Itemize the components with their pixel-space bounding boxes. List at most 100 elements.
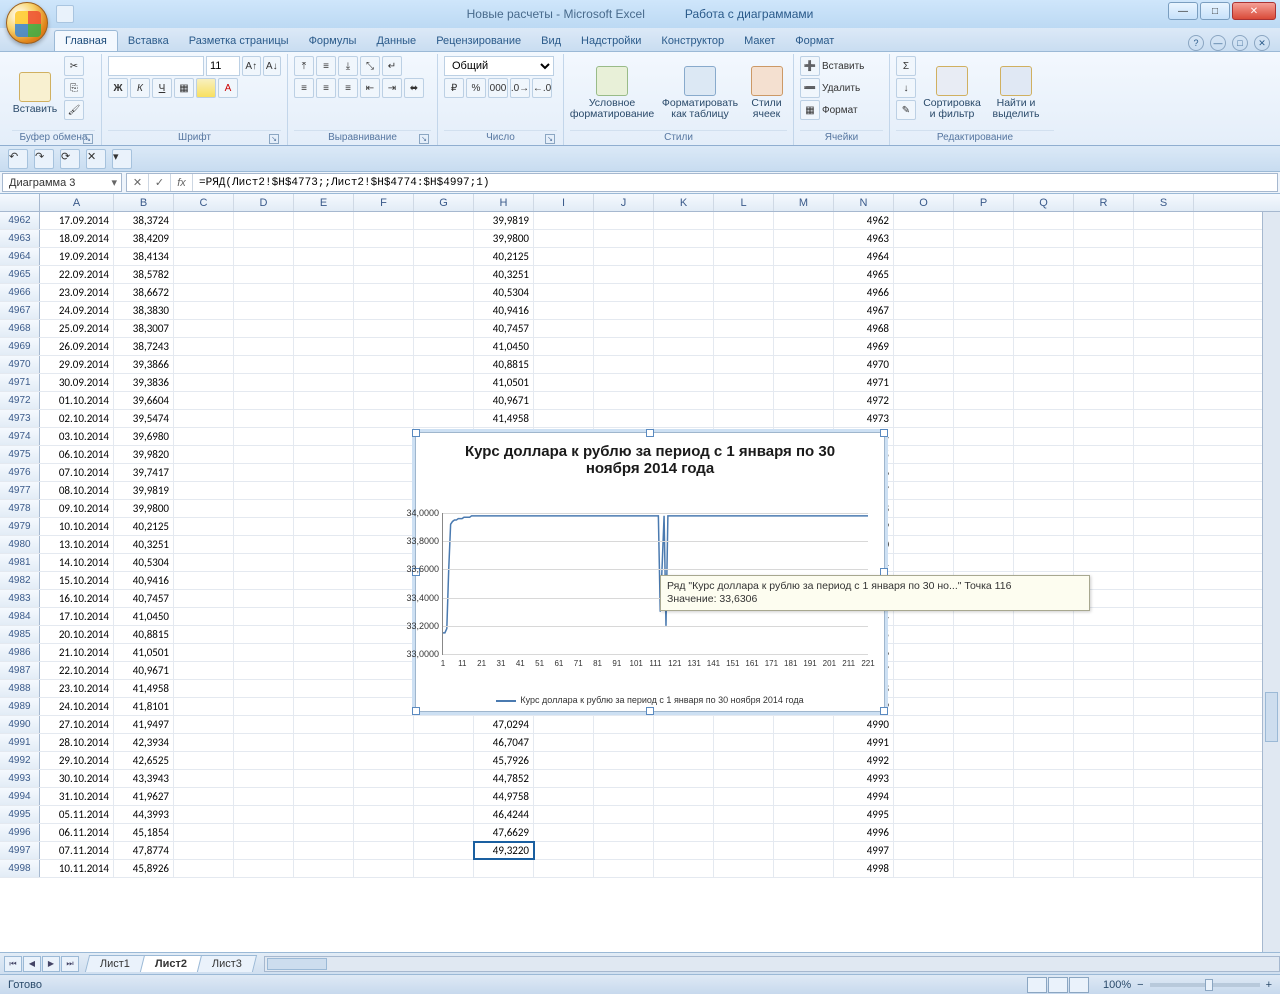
cell[interactable]	[714, 356, 774, 373]
cell[interactable]	[954, 392, 1014, 409]
find-select-button[interactable]: Найти и выделить	[988, 56, 1044, 130]
cell[interactable]	[1014, 482, 1074, 499]
cell[interactable]	[654, 266, 714, 283]
cell[interactable]	[594, 230, 654, 247]
cell[interactable]	[654, 842, 714, 859]
cell[interactable]	[234, 248, 294, 265]
cell[interactable]	[594, 824, 654, 841]
cell[interactable]	[894, 320, 954, 337]
cell[interactable]	[954, 212, 1014, 229]
cell[interactable]	[1074, 410, 1134, 427]
shrink-font-icon[interactable]: A↓	[263, 56, 282, 76]
cell[interactable]	[1134, 608, 1194, 625]
percent-icon[interactable]: %	[466, 78, 486, 98]
cell[interactable]: 06.11.2014	[40, 824, 114, 841]
cell[interactable]	[294, 464, 354, 481]
cell[interactable]	[174, 824, 234, 841]
cell[interactable]	[414, 860, 474, 877]
cell[interactable]	[1014, 374, 1074, 391]
cell[interactable]: 39,5474	[114, 410, 174, 427]
cell[interactable]	[954, 320, 1014, 337]
cell[interactable]	[1014, 212, 1074, 229]
cell[interactable]	[354, 464, 414, 481]
cell[interactable]	[294, 842, 354, 859]
cell[interactable]	[1014, 626, 1074, 643]
cell[interactable]: 41,4958	[114, 680, 174, 697]
cell[interactable]	[174, 446, 234, 463]
sheet-nav-next-icon[interactable]: ▶	[42, 956, 60, 972]
cell[interactable]: 38,4209	[114, 230, 174, 247]
cell[interactable]: 09.10.2014	[40, 500, 114, 517]
cell[interactable]	[534, 752, 594, 769]
cell[interactable]	[414, 734, 474, 751]
row-header[interactable]: 4997	[0, 842, 40, 859]
cell[interactable]	[894, 806, 954, 823]
cell[interactable]	[1014, 842, 1074, 859]
cell[interactable]	[1074, 338, 1134, 355]
cell[interactable]	[294, 500, 354, 517]
cell[interactable]	[654, 716, 714, 733]
cell[interactable]	[954, 554, 1014, 571]
sheet-nav-first-icon[interactable]: ⏮	[4, 956, 22, 972]
cell[interactable]	[954, 410, 1014, 427]
cell[interactable]: 28.10.2014	[40, 734, 114, 751]
cell[interactable]	[174, 698, 234, 715]
cell[interactable]	[1134, 698, 1194, 715]
row-header[interactable]: 4962	[0, 212, 40, 229]
cell[interactable]	[294, 410, 354, 427]
cell[interactable]	[294, 320, 354, 337]
cell[interactable]	[534, 212, 594, 229]
cell[interactable]: 40,8815	[114, 626, 174, 643]
horizontal-scrollbar[interactable]	[264, 956, 1280, 972]
cell[interactable]: 15.10.2014	[40, 572, 114, 589]
cell[interactable]	[534, 356, 594, 373]
cell[interactable]: 49,3220	[474, 842, 534, 859]
cell[interactable]	[714, 860, 774, 877]
cell[interactable]	[234, 590, 294, 607]
col-header-N[interactable]: N	[834, 194, 894, 211]
row-header[interactable]: 4982	[0, 572, 40, 589]
cell[interactable]	[954, 752, 1014, 769]
view-pagebreak-icon[interactable]	[1069, 977, 1089, 993]
cell[interactable]	[534, 338, 594, 355]
cell[interactable]	[1014, 446, 1074, 463]
cell[interactable]: 40,9416	[474, 302, 534, 319]
maximize-button[interactable]: □	[1200, 2, 1230, 20]
cell[interactable]	[894, 734, 954, 751]
insert-cells-icon[interactable]: ➕	[800, 56, 820, 76]
row-header[interactable]: 4966	[0, 284, 40, 301]
cell[interactable]	[234, 356, 294, 373]
cell[interactable]: 39,9800	[114, 500, 174, 517]
cell[interactable]	[1014, 266, 1074, 283]
cell[interactable]	[294, 860, 354, 877]
cell[interactable]	[954, 536, 1014, 553]
cell[interactable]	[1014, 320, 1074, 337]
cell[interactable]	[594, 248, 654, 265]
cell[interactable]: 40,8815	[474, 356, 534, 373]
cell[interactable]	[1074, 662, 1134, 679]
cell[interactable]	[234, 572, 294, 589]
cell[interactable]	[294, 266, 354, 283]
cell[interactable]	[1134, 338, 1194, 355]
embedded-chart[interactable]: Курс доллара к рублю за период с 1 январ…	[415, 432, 885, 712]
cell[interactable]	[234, 554, 294, 571]
row-header[interactable]: 4974	[0, 428, 40, 445]
cell[interactable]	[534, 842, 594, 859]
cell[interactable]	[414, 356, 474, 373]
cell[interactable]	[1134, 428, 1194, 445]
cell[interactable]	[534, 410, 594, 427]
cell[interactable]: 24.09.2014	[40, 302, 114, 319]
cell[interactable]	[294, 716, 354, 733]
vertical-scrollbar[interactable]	[1262, 212, 1280, 952]
cell[interactable]	[234, 302, 294, 319]
cell[interactable]	[894, 824, 954, 841]
wrap-text-icon[interactable]: ↵	[382, 56, 402, 76]
cell[interactable]	[534, 824, 594, 841]
cell[interactable]: 02.10.2014	[40, 410, 114, 427]
minimize-button[interactable]: —	[1168, 2, 1198, 20]
cell[interactable]: 41,4958	[474, 410, 534, 427]
cell[interactable]	[174, 860, 234, 877]
cell[interactable]: 4970	[834, 356, 894, 373]
cell[interactable]	[234, 680, 294, 697]
row-header[interactable]: 4971	[0, 374, 40, 391]
